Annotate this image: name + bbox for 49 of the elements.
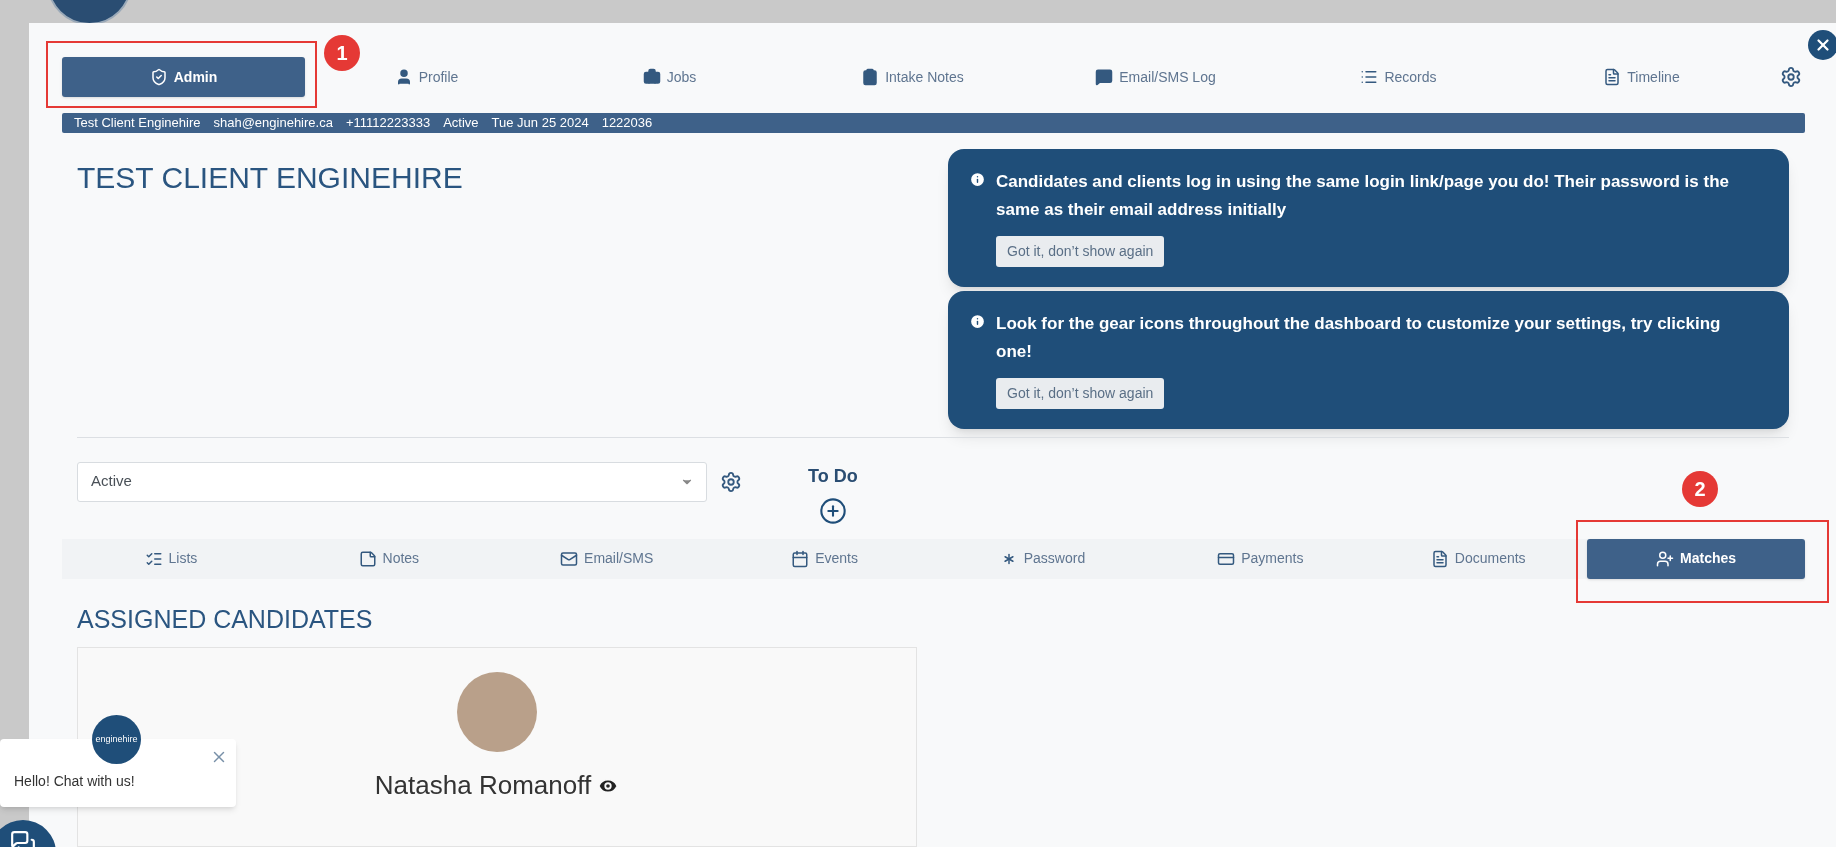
status-dropdown[interactable]: Active — [77, 461, 707, 502]
tab[interactable]: Events — [715, 538, 934, 579]
todo-label: To Do — [808, 464, 858, 488]
tab[interactable]: Email/SMS Log — [1034, 57, 1277, 97]
document-icon — [1603, 68, 1622, 86]
info-icon — [969, 312, 986, 330]
tab[interactable]: Payments — [1151, 538, 1370, 579]
info-text: +11112223333 — [345, 114, 431, 132]
settings-icon[interactable] — [720, 470, 742, 493]
candidate-name: Natasha Romanoff — [374, 769, 592, 802]
tab[interactable]: Notes — [279, 538, 498, 579]
tab[interactable]: Password — [933, 538, 1152, 579]
info-icon — [969, 170, 986, 188]
briefcase-icon — [642, 68, 661, 86]
document-icon — [1430, 549, 1449, 568]
info-text: Test Client Enginehire — [74, 114, 201, 132]
info-text: 1222036 — [601, 114, 653, 132]
dismiss-button[interactable]: Got it, don’t show again — [996, 235, 1165, 267]
chat-bubble-icon — [1095, 68, 1114, 86]
notification-text: Candidates and clients log in using the same login link/page you do! Their password is the same as their email address initially — [996, 170, 1730, 221]
tab[interactable]: Documents — [1369, 538, 1588, 579]
tab[interactable]: Email/SMS — [497, 538, 716, 579]
list-icon — [1360, 68, 1379, 86]
tab[interactable]: Lists — [62, 538, 280, 579]
info-text: Active — [443, 114, 479, 132]
tab[interactable]: Intake Notes — [791, 57, 1034, 97]
notification-text: Look for the gear icons throughout the dashboard to customize your settings, try clicking one! — [996, 312, 1722, 363]
add-icon[interactable] — [818, 496, 847, 525]
tab[interactable]: Timeline — [1520, 57, 1763, 97]
close-icon — [1814, 36, 1832, 54]
section-title: ASSIGNED CANDIDATES — [77, 603, 373, 635]
clipboard-icon — [861, 68, 880, 86]
tab[interactable]: Records — [1277, 57, 1520, 97]
info-text: Tue Jun 25 2024 — [491, 114, 589, 132]
tab[interactable]: Admin — [62, 57, 305, 97]
chat-message: Hello! Chat with us! — [14, 772, 135, 791]
page-title: TEST CLIENT ENGINEHIRE — [77, 159, 463, 196]
note-icon — [358, 549, 377, 568]
tab[interactable]: Jobs — [548, 57, 791, 97]
shield-icon — [149, 68, 168, 86]
add-person-icon — [1656, 549, 1675, 568]
envelope-icon — [560, 549, 579, 568]
annotation-number: 1 — [324, 35, 360, 71]
dismiss-button[interactable]: Got it, don’t show again — [996, 377, 1165, 409]
calendar-icon — [791, 549, 810, 568]
annotation-number: 2 — [1682, 470, 1719, 507]
info-text: shah@enginehire.ca — [213, 114, 333, 132]
tab[interactable]: Matches — [1587, 538, 1805, 579]
settings-icon[interactable] — [1780, 66, 1802, 88]
